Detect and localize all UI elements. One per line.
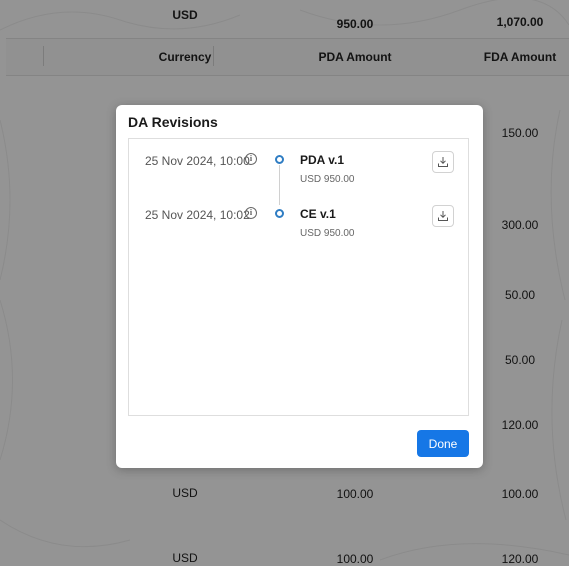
revision-amount: USD 950.00 <box>300 174 355 185</box>
revisions-list: 25 Nov 2024, 10:00 i PDA v.1 USD 950.00 … <box>128 138 469 416</box>
download-button[interactable] <box>432 205 454 227</box>
timeline-dot-icon <box>275 155 284 164</box>
revision-date: 25 Nov 2024, 10:02 <box>145 208 250 222</box>
da-revisions-modal: DA Revisions 25 Nov 2024, 10:00 i PDA v.… <box>116 105 483 468</box>
revision-name[interactable]: CE v.1 <box>300 207 336 221</box>
revision-amount: USD 950.00 <box>300 228 355 239</box>
download-icon <box>438 211 448 221</box>
download-button[interactable] <box>432 151 454 173</box>
revision-name[interactable]: PDA v.1 <box>300 153 344 167</box>
revision-date: 25 Nov 2024, 10:00 <box>145 154 250 168</box>
info-circle-icon[interactable]: i <box>245 207 257 219</box>
download-icon <box>438 157 448 167</box>
modal-title: DA Revisions <box>128 114 218 130</box>
timeline-dot-icon <box>275 209 284 218</box>
revision-item: 25 Nov 2024, 10:00 i PDA v.1 USD 950.00 <box>129 151 468 203</box>
info-circle-icon[interactable]: i <box>245 153 257 165</box>
revision-item: 25 Nov 2024, 10:02 i CE v.1 USD 950.00 <box>129 205 468 257</box>
done-button[interactable]: Done <box>417 430 469 457</box>
